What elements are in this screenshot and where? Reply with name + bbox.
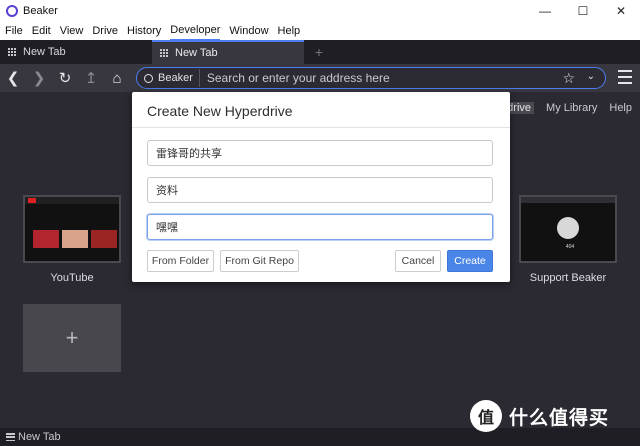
bookmark-star-icon[interactable]: ☆ [562, 70, 575, 87]
menu-drive[interactable]: Drive [92, 22, 118, 40]
tile-label: Support Beaker [529, 272, 607, 284]
navigation-bar: ❮ ❯ ↻ ↥ ⌂ Beaker ☆ ⌄ [0, 64, 640, 92]
minimize-button[interactable]: — [526, 0, 564, 22]
help-link[interactable]: Help [609, 102, 632, 114]
tile-label: YouTube [50, 272, 94, 284]
menu-hamburger-icon[interactable] [618, 70, 632, 84]
my-library-link[interactable]: My Library [546, 102, 597, 114]
back-icon[interactable]: ❮ [0, 64, 26, 92]
apps-grid-icon [160, 48, 169, 58]
from-git-repo-button[interactable]: From Git Repo [220, 250, 299, 272]
menu-view[interactable]: View [60, 22, 84, 40]
support-beaker-thumbnail: 404 [519, 195, 617, 263]
watermark-text: 什么值得买 [509, 406, 610, 429]
site-info-button[interactable]: Beaker [137, 69, 200, 87]
tab-new-tab-2[interactable]: New Tab [152, 40, 304, 64]
thumbnail-caption: 404 [565, 244, 575, 250]
close-button[interactable]: ✕ [602, 0, 640, 22]
cancel-button[interactable]: Cancel [395, 250, 441, 272]
forward-icon[interactable]: ❯ [26, 64, 52, 92]
beaker-logo-icon [6, 5, 18, 17]
site-watermark: 值 什么值得买 [470, 400, 609, 432]
up-icon[interactable]: ↥ [78, 64, 104, 92]
dialog-title: Create New Hyperdrive [132, 92, 510, 128]
reload-icon[interactable]: ↻ [52, 64, 78, 92]
apps-grid-icon [8, 47, 17, 57]
description-input[interactable] [147, 177, 493, 203]
watermark-badge: 值 [470, 400, 502, 432]
maximize-button[interactable]: ☐ [564, 0, 602, 22]
menu-edit[interactable]: Edit [32, 22, 51, 40]
tab-new-tab-1[interactable]: New Tab [0, 40, 152, 64]
home-icon[interactable]: ⌂ [104, 64, 130, 92]
tile-youtube[interactable]: YouTube [23, 195, 121, 284]
window-controls: — ☐ ✕ [526, 0, 640, 22]
create-button[interactable]: Create [447, 250, 493, 272]
address-bar: Beaker ☆ ⌄ [136, 67, 606, 89]
youtube-thumbnail [23, 195, 121, 263]
menu-file[interactable]: File [5, 22, 23, 40]
chevron-down-icon[interactable]: ⌄ [587, 71, 595, 82]
tile-support-beaker[interactable]: 404 Support Beaker [519, 195, 617, 284]
menu-help[interactable]: Help [278, 22, 301, 40]
menu-icon[interactable] [6, 433, 15, 441]
window-title: Beaker [23, 5, 58, 17]
beaker-ring-icon [144, 73, 153, 83]
add-pin-button[interactable]: + [23, 304, 121, 372]
new-tab-button[interactable]: + [304, 40, 334, 64]
address-input[interactable] [206, 71, 537, 85]
title-bar: Beaker — ☐ ✕ [0, 0, 640, 22]
from-folder-button[interactable]: From Folder [147, 250, 214, 272]
status-label: New Tab [18, 431, 61, 443]
menu-history[interactable]: History [127, 22, 161, 40]
menu-window[interactable]: Window [229, 22, 268, 40]
tab-label: New Tab [175, 47, 218, 59]
third-input[interactable] [147, 214, 493, 240]
menu-bar: File Edit View Drive History Developer W… [0, 21, 640, 41]
site-label: Beaker [158, 72, 193, 84]
menu-developer[interactable]: Developer [170, 21, 221, 41]
title-input[interactable] [147, 140, 493, 166]
create-hyperdrive-dialog: Create New Hyperdrive From Folder From G… [132, 92, 510, 282]
tab-bar: New Tab New Tab + [0, 40, 640, 64]
tab-label: New Tab [23, 46, 66, 58]
